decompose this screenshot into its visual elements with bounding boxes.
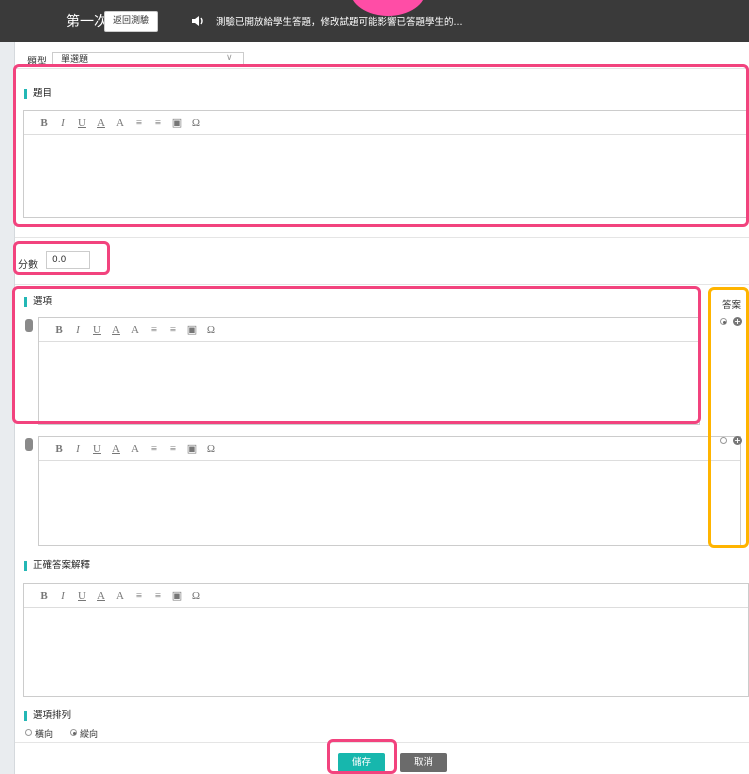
speaker-icon — [192, 16, 203, 26]
divider — [15, 237, 749, 238]
explanation-editor[interactable]: B I U A A ≡ ≡ ▣ Ω — [23, 583, 749, 697]
special-character-icon[interactable]: Ω — [203, 442, 219, 456]
italic-icon[interactable]: I — [70, 442, 86, 456]
order-horizontal-label: 橫向 — [35, 730, 54, 740]
image-icon[interactable]: ▣ — [169, 589, 185, 603]
font-color-icon[interactable]: A — [108, 442, 124, 456]
notice-text: 測驗已開放給學生答題，修改試題可能影響已答題學生的... — [216, 17, 463, 28]
underline-icon[interactable]: U — [74, 589, 90, 603]
order-vertical-radio[interactable] — [70, 729, 77, 736]
highlight-question — [13, 64, 749, 227]
order-horizontal-radio[interactable] — [25, 729, 32, 736]
background-color-icon[interactable]: A — [127, 442, 143, 456]
ordered-list-icon[interactable]: ≡ — [131, 589, 147, 603]
highlight-score — [13, 241, 110, 275]
bold-icon[interactable]: B — [36, 589, 52, 603]
ordered-list-icon[interactable]: ≡ — [146, 442, 162, 456]
option-order-label: 選項排列 — [24, 711, 71, 721]
underline-icon[interactable]: U — [89, 442, 105, 456]
cancel-button[interactable]: 取消 — [400, 753, 447, 772]
bold-icon[interactable]: B — [51, 442, 67, 456]
unordered-list-icon[interactable]: ≡ — [150, 589, 166, 603]
unordered-list-icon[interactable]: ≡ — [165, 442, 181, 456]
background-color-icon[interactable]: A — [112, 589, 128, 603]
option-2-toolbar: B I U A A ≡ ≡ ▣ Ω — [39, 437, 740, 461]
chevron-down-icon[interactable]: ∨ — [226, 53, 233, 63]
drag-handle-icon[interactable] — [25, 438, 33, 451]
highlight-option-1 — [12, 286, 701, 424]
special-character-icon[interactable]: Ω — [188, 589, 204, 603]
italic-icon[interactable]: I — [55, 589, 71, 603]
back-to-quiz-button[interactable]: 返回測驗 — [104, 11, 159, 32]
explanation-label: 正確答案解釋 — [24, 561, 90, 571]
highlight-answer — [708, 287, 749, 548]
image-icon[interactable]: ▣ — [184, 442, 200, 456]
highlight-save — [327, 739, 397, 774]
option-editor-2[interactable]: B I U A A ≡ ≡ ▣ Ω — [38, 436, 741, 546]
order-vertical-label: 縱向 — [80, 730, 99, 740]
font-color-icon[interactable]: A — [93, 589, 109, 603]
explanation-toolbar: B I U A A ≡ ≡ ▣ Ω — [24, 584, 748, 608]
divider — [15, 284, 749, 285]
